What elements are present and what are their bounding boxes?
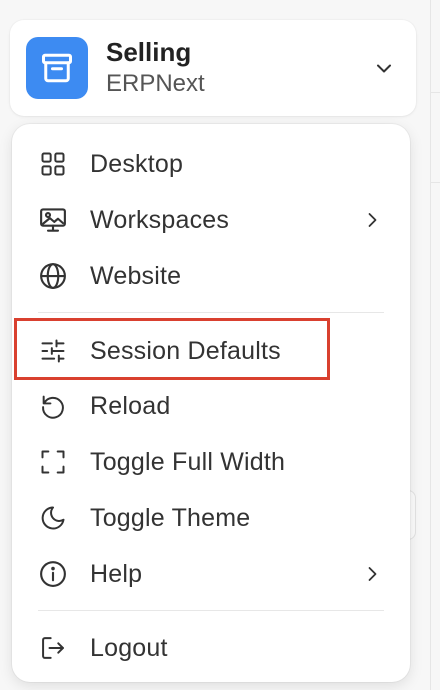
- sliders-icon: [38, 336, 68, 366]
- menu-item-label: Reload: [90, 391, 171, 420]
- chevron-right-icon: [362, 210, 382, 230]
- menu-item-label: Help: [90, 559, 143, 588]
- menu-item-label: Session Defaults: [90, 336, 281, 365]
- menu-item-label: Toggle Theme: [90, 503, 251, 532]
- background-divider: [430, 182, 440, 183]
- chevron-down-icon[interactable]: [374, 58, 394, 78]
- menu-item-label: Desktop: [90, 149, 184, 178]
- app-name: Selling: [106, 37, 192, 67]
- menu-item-reload[interactable]: Reload: [38, 384, 384, 428]
- expand-corners-icon: [38, 447, 68, 477]
- menu-item-logout[interactable]: Logout: [38, 626, 384, 670]
- menu-item-label: Logout: [90, 633, 168, 662]
- menu-item-help[interactable]: Help: [38, 552, 384, 596]
- menu-separator: [38, 312, 384, 313]
- logout-icon: [38, 633, 68, 663]
- background-divider: [430, 92, 440, 93]
- chevron-right-icon: [362, 564, 382, 584]
- menu-item-label: Workspaces: [90, 205, 230, 234]
- globe-icon: [38, 261, 68, 291]
- grid-icon: [38, 149, 68, 179]
- info-icon: [38, 559, 68, 589]
- menu-separator: [38, 610, 384, 611]
- reload-icon: [38, 391, 68, 421]
- menu-item-toggle-theme[interactable]: Toggle Theme: [38, 496, 384, 540]
- menu-item-toggle-full-width[interactable]: Toggle Full Width: [38, 440, 384, 484]
- menu-item-website[interactable]: Website: [38, 254, 384, 298]
- menu-item-label: Toggle Full Width: [90, 447, 286, 476]
- menu-item-session-defaults[interactable]: Session Defaults: [38, 329, 384, 373]
- sidebar-dropdown-menu: Desktop Workspaces Website Session Defau…: [12, 124, 410, 682]
- image-monitor-icon: [38, 205, 68, 235]
- moon-icon: [38, 503, 68, 533]
- menu-item-workspaces[interactable]: Workspaces: [38, 198, 384, 242]
- background-panel-edge: [430, 0, 431, 690]
- app-switcher[interactable]: Selling ERPNext: [10, 20, 416, 116]
- archive-box-icon: [26, 37, 88, 99]
- menu-item-label: Website: [90, 261, 182, 290]
- menu-item-desktop[interactable]: Desktop: [38, 142, 384, 186]
- app-subtitle: ERPNext: [106, 70, 205, 97]
